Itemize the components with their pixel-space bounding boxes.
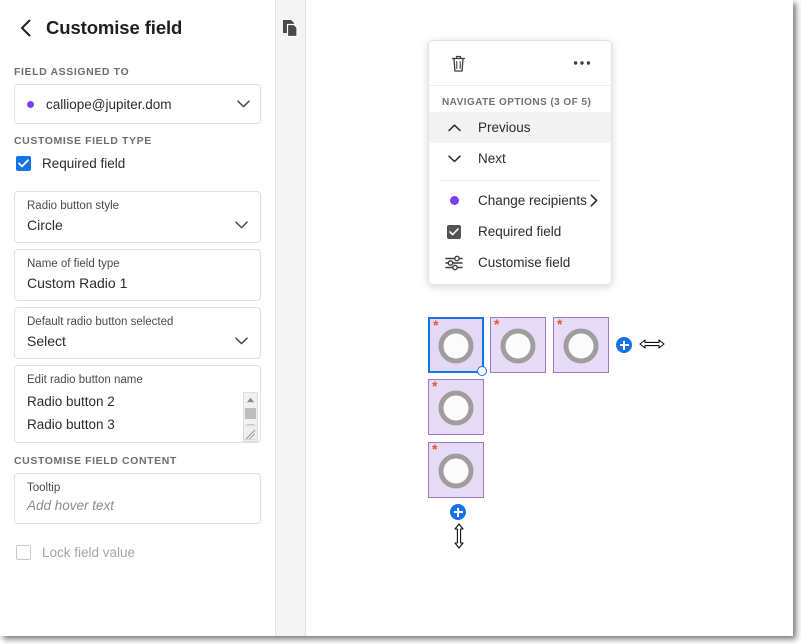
menu-item-change-recipients[interactable]: Change recipients	[429, 185, 611, 216]
radio-circle-icon	[439, 391, 474, 426]
sliders-icon	[442, 255, 466, 271]
radio-widget-5[interactable]: *	[428, 442, 484, 498]
radio-button-style-value: Circle	[27, 217, 234, 233]
radio-circle-icon	[439, 329, 474, 364]
assignee-value: calliope@jupiter.dom	[46, 97, 236, 112]
panel-header: Customise field	[0, 0, 275, 46]
tooltip-input[interactable]: Add hover text	[15, 494, 260, 523]
radio-button-style-label: Radio button style	[15, 192, 260, 212]
purple-dot-icon	[442, 196, 466, 205]
name-of-field-type-field[interactable]: Name of field type Custom Radio 1	[14, 249, 261, 301]
page-title: Customise field	[46, 17, 182, 39]
required-marker: *	[494, 317, 499, 331]
chevron-up-icon	[442, 124, 466, 132]
chevron-down-icon[interactable]	[234, 334, 248, 348]
chevron-right-icon	[587, 194, 601, 207]
radio-circle-icon	[439, 454, 474, 489]
document-canvas: NAVIGATE OPTIONS (3 OF 5) Previous Next …	[306, 0, 793, 636]
radio-circle-icon	[501, 329, 536, 364]
application-window: Customise field FIELD ASSIGNED TO callio…	[0, 0, 793, 636]
tooltip-label: Tooltip	[15, 474, 260, 494]
menu-item-label: Customise field	[466, 255, 601, 270]
edit-radio-button-name-field[interactable]: Edit radio button name Radio button 2 Ra…	[14, 365, 261, 443]
required-field-label: Required field	[42, 156, 125, 171]
field-context-menu: NAVIGATE OPTIONS (3 OF 5) Previous Next …	[428, 40, 612, 285]
radio-button-style-field[interactable]: Radio button style Circle	[14, 191, 261, 243]
resize-grip-icon[interactable]	[243, 425, 258, 440]
copy-pages-icon[interactable]	[281, 18, 301, 40]
menu-item-label: Required field	[466, 224, 601, 239]
add-option-below-button[interactable]	[450, 504, 466, 520]
navigate-options-label: NAVIGATE OPTIONS (3 OF 5)	[429, 86, 611, 112]
menu-item-customise-field[interactable]: Customise field	[429, 247, 611, 278]
customise-field-type-label: CUSTOMISE FIELD TYPE	[0, 135, 275, 147]
resize-handle[interactable]	[477, 366, 487, 376]
assignee-dropdown[interactable]: calliope@jupiter.dom	[14, 84, 261, 124]
chevron-down-icon	[442, 155, 466, 163]
checkbox-checked-icon[interactable]	[16, 156, 31, 171]
context-menu-toolbar	[429, 41, 611, 86]
field-assigned-to-label: FIELD ASSIGNED TO	[0, 66, 275, 78]
assignee-dot-icon	[27, 101, 34, 108]
required-marker: *	[432, 442, 437, 456]
chevron-down-icon[interactable]	[236, 97, 250, 111]
required-field-checkbox-row[interactable]: Required field	[0, 147, 275, 171]
radio-circle-icon	[564, 329, 599, 364]
default-radio-button-value: Select	[27, 333, 234, 349]
menu-divider	[441, 180, 599, 181]
default-radio-button-label: Default radio button selected	[15, 308, 260, 328]
customise-field-panel: Customise field FIELD ASSIGNED TO callio…	[0, 0, 276, 636]
edit-radio-button-name-label: Edit radio button name	[15, 366, 260, 386]
checkbox-checked-icon	[442, 225, 466, 239]
list-item[interactable]: Radio button 1	[15, 436, 260, 443]
required-marker: *	[557, 317, 562, 331]
customise-field-content-label: CUSTOMISE FIELD CONTENT	[0, 455, 275, 467]
required-marker: *	[433, 318, 438, 332]
radio-widget-3[interactable]: *	[553, 317, 609, 373]
menu-item-previous[interactable]: Previous	[429, 112, 611, 143]
radio-widget-2[interactable]: *	[490, 317, 546, 373]
trash-icon[interactable]	[447, 52, 469, 74]
name-of-field-type-label: Name of field type	[15, 250, 260, 270]
menu-item-label: Change recipients	[466, 193, 587, 208]
chevron-down-icon[interactable]	[234, 218, 248, 232]
menu-item-label: Next	[466, 151, 601, 166]
scroll-thumb[interactable]	[245, 408, 256, 419]
tooltip-field[interactable]: Tooltip Add hover text	[14, 473, 261, 524]
resize-horizontal-cursor-icon	[639, 336, 665, 352]
menu-item-required-field[interactable]: Required field	[429, 216, 611, 247]
add-option-right-button[interactable]	[616, 337, 632, 353]
more-options-icon[interactable]	[571, 52, 593, 74]
screenshot-root: Customise field FIELD ASSIGNED TO callio…	[0, 0, 801, 644]
page-thumbnail-rail	[276, 0, 306, 636]
required-marker: *	[432, 379, 437, 393]
menu-item-label: Previous	[466, 120, 601, 135]
menu-item-next[interactable]: Next	[429, 143, 611, 174]
lock-field-value-label: Lock field value	[42, 545, 135, 560]
name-of-field-type-value[interactable]: Custom Radio 1	[27, 275, 248, 291]
checkbox-unchecked-icon[interactable]	[16, 545, 31, 560]
list-item[interactable]: Radio button 2	[15, 390, 260, 413]
radio-widget-4[interactable]: *	[428, 379, 484, 435]
default-radio-button-field[interactable]: Default radio button selected Select	[14, 307, 261, 359]
radio-widget-1[interactable]: *	[428, 317, 484, 373]
scroll-up-arrow-icon[interactable]	[244, 393, 257, 407]
resize-vertical-cursor-icon	[451, 522, 467, 550]
list-item[interactable]: Radio button 3	[15, 413, 260, 436]
back-chevron-icon[interactable]	[14, 17, 36, 39]
lock-field-value-row[interactable]: Lock field value	[0, 536, 275, 560]
